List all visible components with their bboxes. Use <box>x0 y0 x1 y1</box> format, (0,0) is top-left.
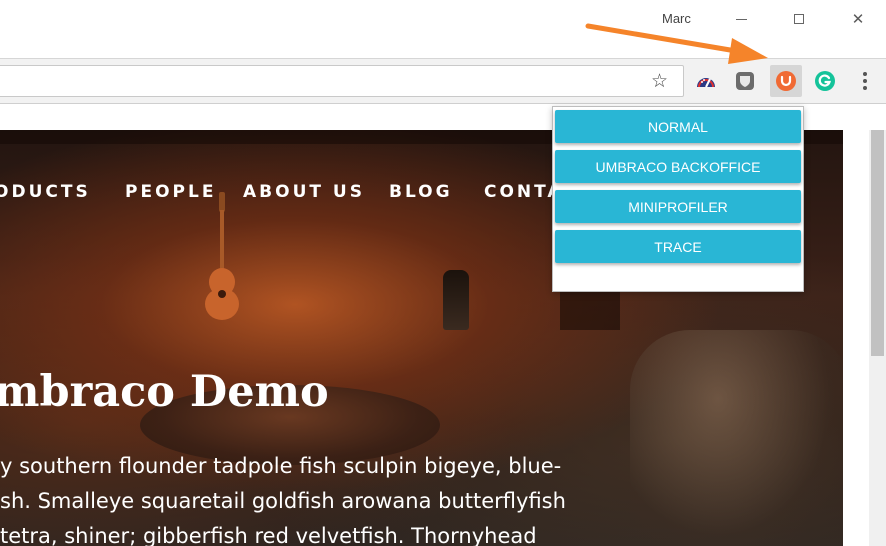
miniprofiler-button[interactable]: MINIPROFILER <box>555 190 801 223</box>
grammarly-extension-icon <box>815 71 835 91</box>
kebab-menu-icon[interactable] <box>853 67 877 95</box>
scrollbar-thumb[interactable] <box>871 130 884 356</box>
intro-text: y southern flounder tadpole fish sculpin… <box>0 449 580 546</box>
trace-button[interactable]: TRACE <box>555 230 801 263</box>
speedometer-extension-icon <box>697 78 715 88</box>
shield-extension-button[interactable] <box>731 67 759 95</box>
page-headline: mbraco Demo <box>0 367 329 417</box>
nav-link-people[interactable]: PEOPLE <box>125 182 216 202</box>
minimize-button[interactable] <box>718 6 764 32</box>
nav-link-about-us[interactable]: ABOUT US <box>243 182 365 202</box>
chair-illustration <box>630 330 843 546</box>
close-icon: ✕ <box>851 10 865 28</box>
shield-extension-icon <box>736 72 754 90</box>
intro-line: sh. Smalleye squaretail goldfish arowana… <box>0 489 566 513</box>
close-button[interactable]: ✕ <box>835 6 881 32</box>
normal-button[interactable]: NORMAL <box>555 110 801 143</box>
nav-link-blog[interactable]: BLOG <box>389 182 453 202</box>
umbraco-extension-icon <box>776 71 796 91</box>
ukulele-illustration <box>205 192 239 320</box>
grammarly-extension-button[interactable] <box>811 67 839 95</box>
umbraco-backoffice-button[interactable]: UMBRACO BACKOFFICE <box>555 150 801 183</box>
umbraco-extension-button[interactable] <box>770 65 802 97</box>
bottle-illustration <box>443 270 469 330</box>
nav-link-products[interactable]: ODUCTS <box>0 182 91 202</box>
page-scrollbar[interactable] <box>869 130 886 546</box>
speedometer-extension-button[interactable] <box>692 67 720 95</box>
intro-line: y southern flounder tadpole fish sculpin… <box>0 454 562 478</box>
maximize-button[interactable] <box>776 6 822 32</box>
minimize-icon <box>735 18 747 20</box>
profile-name[interactable]: Marc <box>662 11 691 26</box>
address-bar[interactable]: ☆ <box>0 65 684 97</box>
maximize-icon <box>794 14 804 24</box>
browser-toolbar: ☆ <box>0 59 886 104</box>
browser-titlebar: Marc ✕ <box>0 0 886 59</box>
intro-line: tetra, shiner; gibberfish red velvetfish… <box>0 524 537 546</box>
extension-popup: NORMAL UMBRACO BACKOFFICE MINIPROFILER T… <box>552 106 804 292</box>
star-icon[interactable]: ☆ <box>651 71 668 91</box>
